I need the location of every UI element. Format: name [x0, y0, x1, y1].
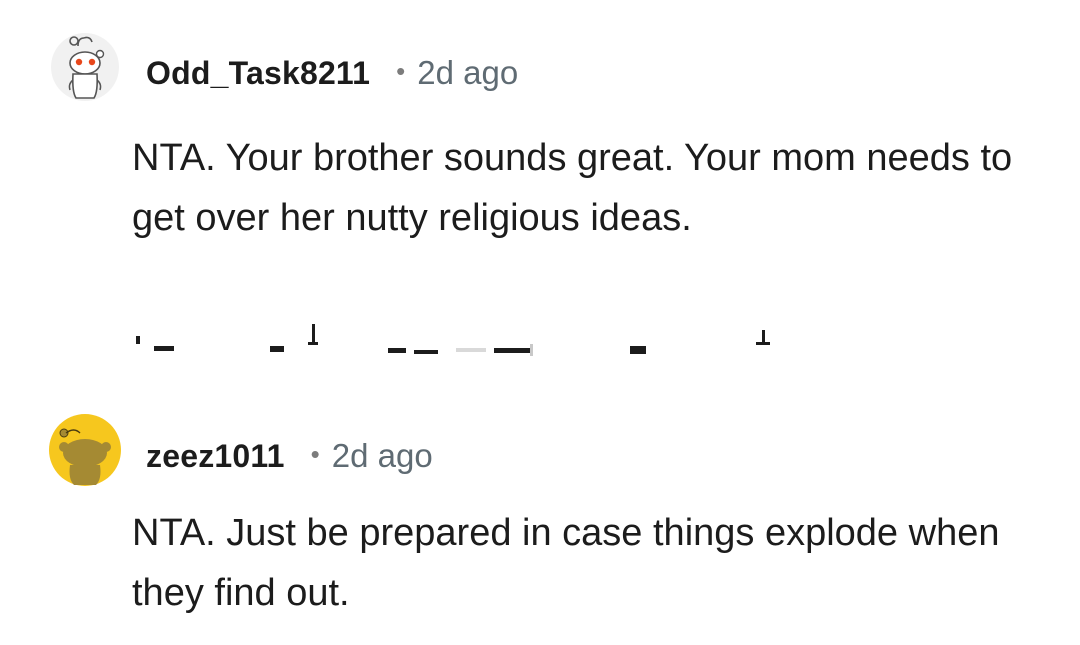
comment-header: zeez1011 • 2d ago [146, 437, 433, 475]
comment-text: NTA. Just be prepared in case things exp… [132, 512, 1000, 614]
username[interactable]: zeez1011 [146, 438, 285, 475]
timestamp: 2d ago [331, 437, 433, 474]
snoo-avatar-white-icon[interactable] [48, 30, 122, 104]
timestamp: 2d ago [417, 54, 519, 91]
comment-header: Odd_Task8211 • 2d ago [146, 54, 518, 92]
clipped-text-fragment [136, 324, 770, 356]
separator-dot: • [396, 56, 406, 86]
username[interactable]: Odd_Task8211 [146, 55, 370, 92]
separator-dot: • [310, 439, 320, 469]
snoo-avatar-yellow-icon[interactable] [48, 413, 122, 487]
comment-text: NTA. Your brother sounds great. Your mom… [132, 137, 1013, 239]
